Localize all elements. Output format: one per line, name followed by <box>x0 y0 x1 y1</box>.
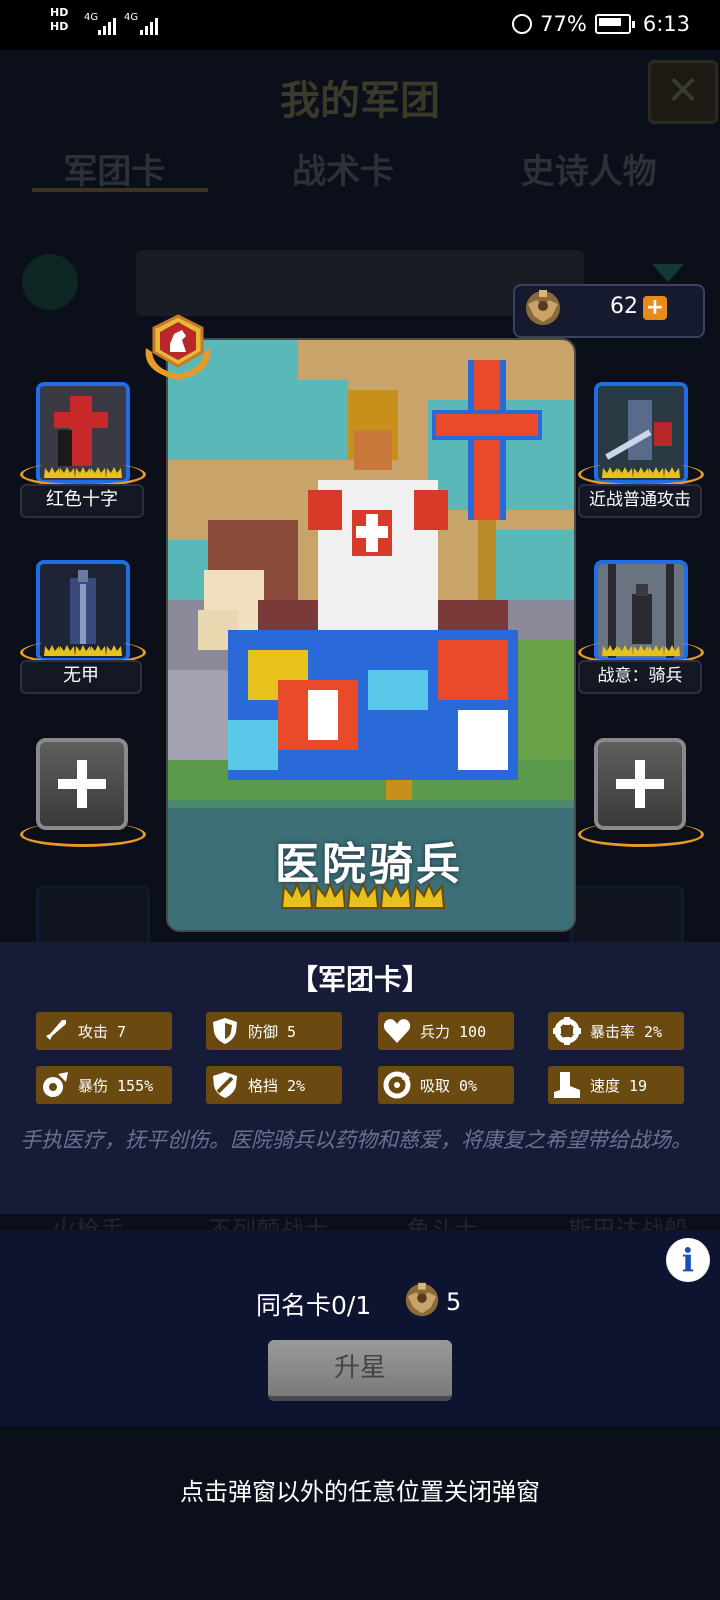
stat-attack: 攻击 7 <box>36 1012 172 1050</box>
upgrade-cost: 5 <box>446 1288 462 1316</box>
add-slot-button-left[interactable] <box>36 738 128 830</box>
drain-icon <box>383 1071 411 1099</box>
upgrade-star-button[interactable]: 升星 <box>268 1340 452 1401</box>
tab-tactic-cards[interactable]: 战术卡 <box>292 144 394 193</box>
knight-rank-badge-icon <box>145 314 211 380</box>
stat-crit-rate: 暴击率 2% <box>548 1012 684 1050</box>
list-icon[interactable] <box>22 254 78 310</box>
crosshair-icon <box>553 1017 581 1045</box>
boot-icon <box>554 1072 580 1098</box>
burst-icon <box>43 1072 68 1097</box>
stat-troops: 兵力 100 <box>378 1012 514 1050</box>
signal-icon-2 <box>140 18 158 35</box>
slot-base <box>578 822 704 847</box>
eagle-emblem-icon <box>526 290 560 325</box>
info-icon[interactable]: i <box>666 1238 710 1282</box>
slot-label: 红色十字 <box>20 484 144 518</box>
filter-icon[interactable] <box>652 264 684 282</box>
status-right: 77% 6:13 <box>512 12 690 36</box>
active-tab-underline <box>32 188 208 192</box>
page-title: 我的军团 <box>280 78 440 124</box>
network-type-2: 4G <box>124 12 139 23</box>
resource-count: 62 <box>610 294 638 319</box>
panel-title: 【军团卡】 <box>289 963 430 996</box>
heart-icon <box>383 1019 411 1043</box>
sword-icon <box>44 1020 66 1042</box>
crown-icons <box>280 881 446 909</box>
stat-defense: 防御 5 <box>206 1012 342 1050</box>
stat-speed: 速度 19 <box>548 1066 684 1104</box>
close-hint: 点击弹窗以外的任意位置关闭弹窗 <box>180 1478 540 1506</box>
add-slot-button-right[interactable] <box>594 738 686 830</box>
stat-block: 格挡 2% <box>206 1066 342 1104</box>
alarm-icon <box>512 14 533 34</box>
block-shield-icon <box>213 1072 237 1098</box>
tab-legion-cards[interactable]: 军团卡 <box>63 144 165 193</box>
stat-drain: 吸取 0% <box>378 1066 514 1104</box>
slot-label: 战意：骑兵 <box>578 660 702 694</box>
signal-icon <box>98 18 116 35</box>
network-type-1: 4G <box>84 12 99 23</box>
clock: 6:13 <box>642 12 690 36</box>
eagle-emblem-icon <box>405 1282 439 1317</box>
hd-indicator: HD HD <box>50 6 69 33</box>
slot-label: 无甲 <box>20 660 142 694</box>
battery-icon <box>594 14 631 34</box>
slot-base <box>20 822 146 847</box>
slot-label: 近战普通攻击 <box>578 484 702 518</box>
card-description: 手执医疗，抚平创伤。医院骑兵以药物和慈爱，将康复之希望带给战场。 <box>20 1128 692 1152</box>
background-tabs: 军团卡 战术卡 史诗人物 <box>0 144 720 193</box>
add-resource-button[interactable]: + <box>643 296 667 320</box>
close-button[interactable]: ✕ <box>648 60 718 124</box>
battery-percent: 77% <box>540 12 587 36</box>
tab-epic-characters[interactable]: 史诗人物 <box>521 144 657 193</box>
same-card-count: 同名卡0/1 <box>256 1291 372 1320</box>
shield-icon <box>213 1018 237 1044</box>
card-star-rating <box>280 878 446 914</box>
stat-crit-damage: 暴伤 155% <box>36 1066 172 1104</box>
